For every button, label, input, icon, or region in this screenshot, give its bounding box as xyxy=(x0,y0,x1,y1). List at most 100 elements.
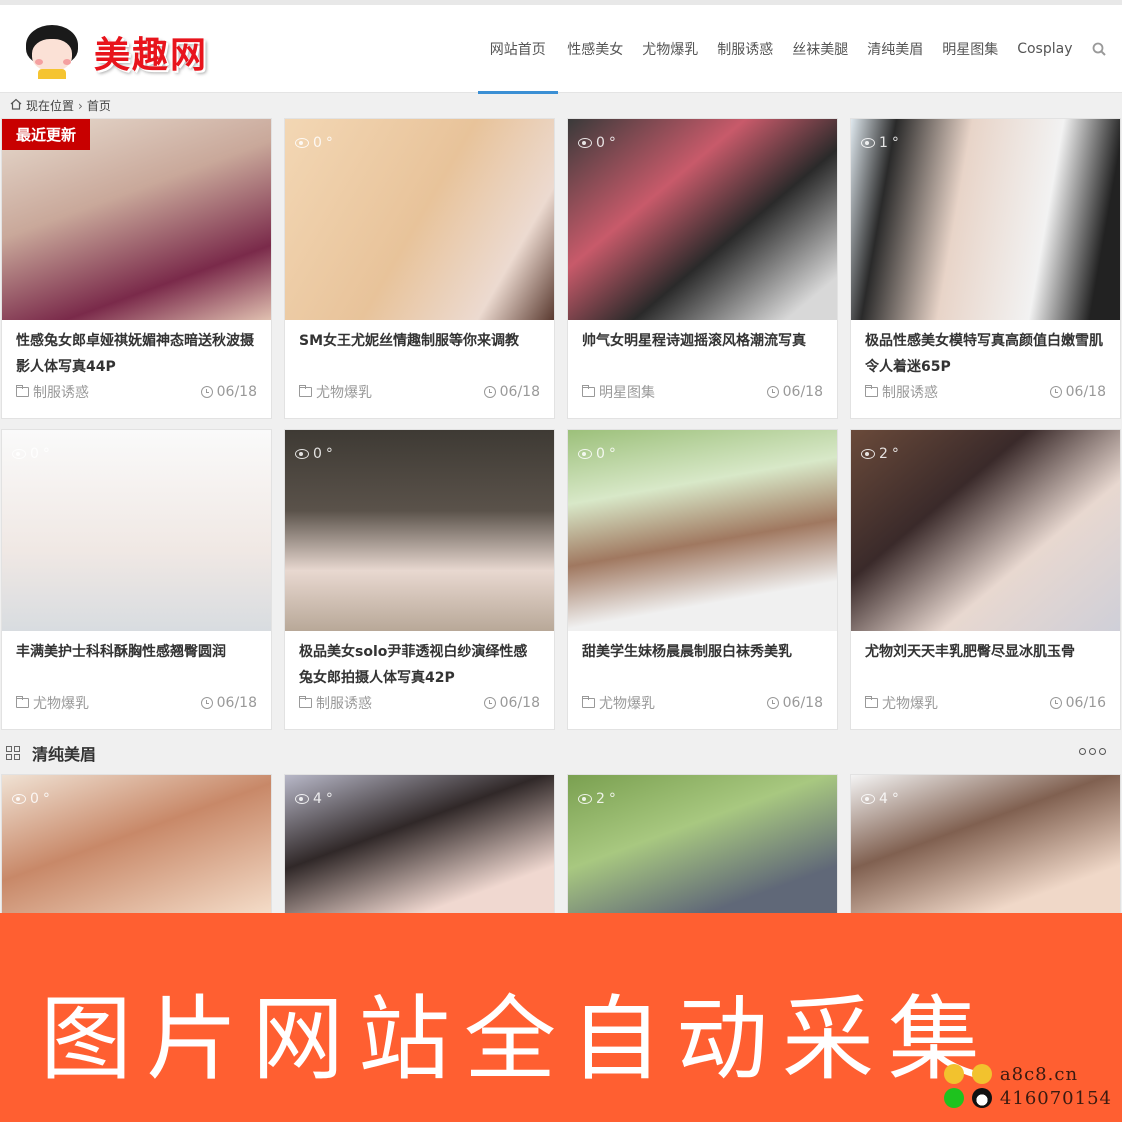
eye-icon xyxy=(12,449,26,459)
folder-icon xyxy=(865,385,878,397)
post-card[interactable]: 1 ° 极品性感美女模特写真高颜值白嫩雪肌令人着迷65P 制服诱惑 06/18 xyxy=(850,118,1121,419)
breadcrumb-home-link[interactable]: 首页 xyxy=(87,97,111,114)
post-category[interactable]: 明星图集 xyxy=(582,382,655,402)
section-post-card[interactable]: 2 ° xyxy=(567,774,838,914)
post-category[interactable]: 尤物爆乳 xyxy=(582,693,655,713)
latest-posts-grid: 最近更新 性感兔女郎卓娅祺妩媚神态暗送秋波摄影人体写真44P 制服诱惑 06/1… xyxy=(0,118,1122,740)
grid-icon xyxy=(6,746,20,760)
post-card[interactable]: 0 ° 甜美学生妹杨晨晨制服白袜秀美乳 尤物爆乳 06/18 xyxy=(567,429,838,730)
view-count: 0 ° xyxy=(295,446,333,462)
nav-item-cosplay[interactable]: Cosplay xyxy=(1008,5,1082,93)
nav-item-pure[interactable]: 清纯美眉 xyxy=(858,5,933,93)
view-count: 4 ° xyxy=(861,791,899,807)
post-title[interactable]: 尤物刘天天丰乳肥臀尽显冰肌玉骨 xyxy=(851,631,1120,693)
post-card[interactable]: 2 ° 尤物刘天天丰乳肥臀尽显冰肌玉骨 尤物爆乳 06/16 xyxy=(850,429,1121,730)
post-title[interactable]: 甜美学生妹杨晨晨制服白袜秀美乳 xyxy=(568,631,837,693)
nav-item-uniform[interactable]: 制服诱惑 xyxy=(708,5,783,93)
post-date: 06/18 xyxy=(766,693,823,713)
post-title[interactable]: 丰满美护士科科酥胸性感翘臀圆润 xyxy=(2,631,271,693)
eye-icon xyxy=(578,794,592,804)
clock-icon xyxy=(766,697,779,709)
post-thumbnail[interactable]: 0 ° xyxy=(285,430,554,631)
post-date: 06/18 xyxy=(1049,382,1106,402)
post-date: 06/18 xyxy=(200,693,257,713)
post-category[interactable]: 尤物爆乳 xyxy=(865,693,938,713)
post-thumbnail[interactable]: 2 ° xyxy=(851,430,1120,631)
post-thumbnail[interactable]: 0 ° xyxy=(568,119,837,320)
logo-text: 美趣网 xyxy=(94,35,209,76)
post-date: 06/18 xyxy=(483,693,540,713)
post-title[interactable]: 极品性感美女模特写真高颜值白嫩雪肌令人着迷65P xyxy=(851,320,1120,382)
breadcrumb: 现在位置 › 首页 xyxy=(0,93,1122,118)
post-meta: 尤物爆乳 06/18 xyxy=(16,693,257,713)
post-card[interactable]: 0 ° 帅气女明星程诗迦摇滚风格潮流写真 明星图集 06/18 xyxy=(567,118,838,419)
main-nav: 网站首页 性感美女 尤物爆乳 制服诱惑 丝袜美腿 清纯美眉 明星图集 Cospl… xyxy=(477,5,1122,94)
view-count: 0 ° xyxy=(12,446,50,462)
post-title[interactable]: 极品美女solo尹菲透视白纱演绎性感兔女郎拍摄人体写真42P xyxy=(285,631,554,693)
post-meta: 尤物爆乳 06/18 xyxy=(582,693,823,713)
contact-qq: 416070154 xyxy=(999,1087,1112,1109)
post-title[interactable]: SM女王尤妮丝情趣制服等你来调教 xyxy=(285,320,554,382)
post-thumbnail[interactable]: 0 ° xyxy=(2,430,271,631)
post-meta: 尤物爆乳 06/16 xyxy=(865,693,1106,713)
mascot-icon xyxy=(22,25,82,79)
home-icon xyxy=(10,98,22,113)
post-title[interactable]: 性感兔女郎卓娅祺妩媚神态暗送秋波摄影人体写真44P xyxy=(2,320,271,382)
post-category[interactable]: 制服诱惑 xyxy=(299,693,372,713)
view-count-value: 0 xyxy=(313,135,322,151)
post-thumbnail[interactable]: 1 ° xyxy=(851,119,1120,320)
nav-item-celebrity[interactable]: 明星图集 xyxy=(933,5,1008,93)
section-header: 清纯美眉 xyxy=(0,732,1122,774)
post-card[interactable]: 0 ° 极品美女solo尹菲透视白纱演绎性感兔女郎拍摄人体写真42P 制服诱惑 0… xyxy=(284,429,555,730)
wechat-icon xyxy=(943,1088,964,1108)
eye-icon xyxy=(295,138,309,148)
folder-icon xyxy=(582,385,595,397)
post-title[interactable]: 帅气女明星程诗迦摇滚风格潮流写真 xyxy=(568,320,837,382)
post-thumbnail[interactable]: 0 ° xyxy=(568,430,837,631)
site-header: 美趣网 网站首页 性感美女 尤物爆乳 制服诱惑 丝袜美腿 清纯美眉 明星图集 C… xyxy=(0,5,1122,94)
view-count: 0 ° xyxy=(295,135,333,151)
clock-icon xyxy=(766,386,779,398)
post-category[interactable]: 尤物爆乳 xyxy=(299,382,372,402)
post-thumbnail[interactable]: 最近更新 xyxy=(2,119,271,320)
site-logo-icon xyxy=(943,1064,964,1084)
post-thumbnail[interactable]: 0 ° xyxy=(285,119,554,320)
latest-badge: 最近更新 xyxy=(2,119,91,150)
post-card[interactable]: 最近更新 性感兔女郎卓娅祺妩媚神态暗送秋波摄影人体写真44P 制服诱惑 06/1… xyxy=(1,118,272,419)
banner-text: 图片网站全自动采集 xyxy=(40,986,995,1093)
site-logo[interactable]: 美趣网 xyxy=(22,25,208,79)
contact-site: a8c8.cn xyxy=(999,1063,1079,1085)
post-category[interactable]: 尤物爆乳 xyxy=(16,693,89,713)
section-post-card[interactable]: 4 ° xyxy=(284,774,555,914)
post-meta: 制服诱惑 06/18 xyxy=(865,382,1106,402)
nav-item-curvy[interactable]: 尤物爆乳 xyxy=(633,5,708,93)
section-post-card[interactable]: 0 ° xyxy=(1,774,272,914)
view-count: 1 ° xyxy=(861,135,899,151)
view-count-value: 0 xyxy=(30,446,39,462)
nav-item-home[interactable]: 网站首页 xyxy=(477,5,558,94)
post-date: 06/18 xyxy=(200,382,257,402)
view-count: 4 ° xyxy=(295,791,333,807)
nav-item-stockings[interactable]: 丝袜美腿 xyxy=(783,5,858,93)
post-category[interactable]: 制服诱惑 xyxy=(865,382,938,402)
post-card[interactable]: 0 ° 丰满美护士科科酥胸性感翘臀圆润 尤物爆乳 06/18 xyxy=(1,429,272,730)
clock-icon xyxy=(200,697,213,709)
clock-icon xyxy=(483,386,496,398)
section-post-card[interactable]: 4 ° xyxy=(850,774,1121,914)
eye-icon xyxy=(861,138,875,148)
post-category[interactable]: 制服诱惑 xyxy=(16,382,89,402)
search-icon[interactable] xyxy=(1082,5,1122,93)
folder-icon xyxy=(299,696,312,708)
more-icon[interactable] xyxy=(1079,748,1106,755)
post-card[interactable]: 0 ° SM女王尤妮丝情趣制服等你来调教 尤物爆乳 06/18 xyxy=(284,118,555,419)
eye-icon xyxy=(295,449,309,459)
breadcrumb-label: 现在位置 xyxy=(26,99,75,113)
clock-icon xyxy=(483,697,496,709)
view-count-value: 1 xyxy=(879,135,888,151)
post-meta: 制服诱惑 06/18 xyxy=(299,693,540,713)
post-meta: 尤物爆乳 06/18 xyxy=(299,382,540,402)
view-count: 2 ° xyxy=(578,791,616,807)
view-count-value: 0 xyxy=(313,446,322,462)
nav-item-sexy[interactable]: 性感美女 xyxy=(558,5,633,93)
contact-row-site: a8c8.cn xyxy=(943,1062,1112,1086)
